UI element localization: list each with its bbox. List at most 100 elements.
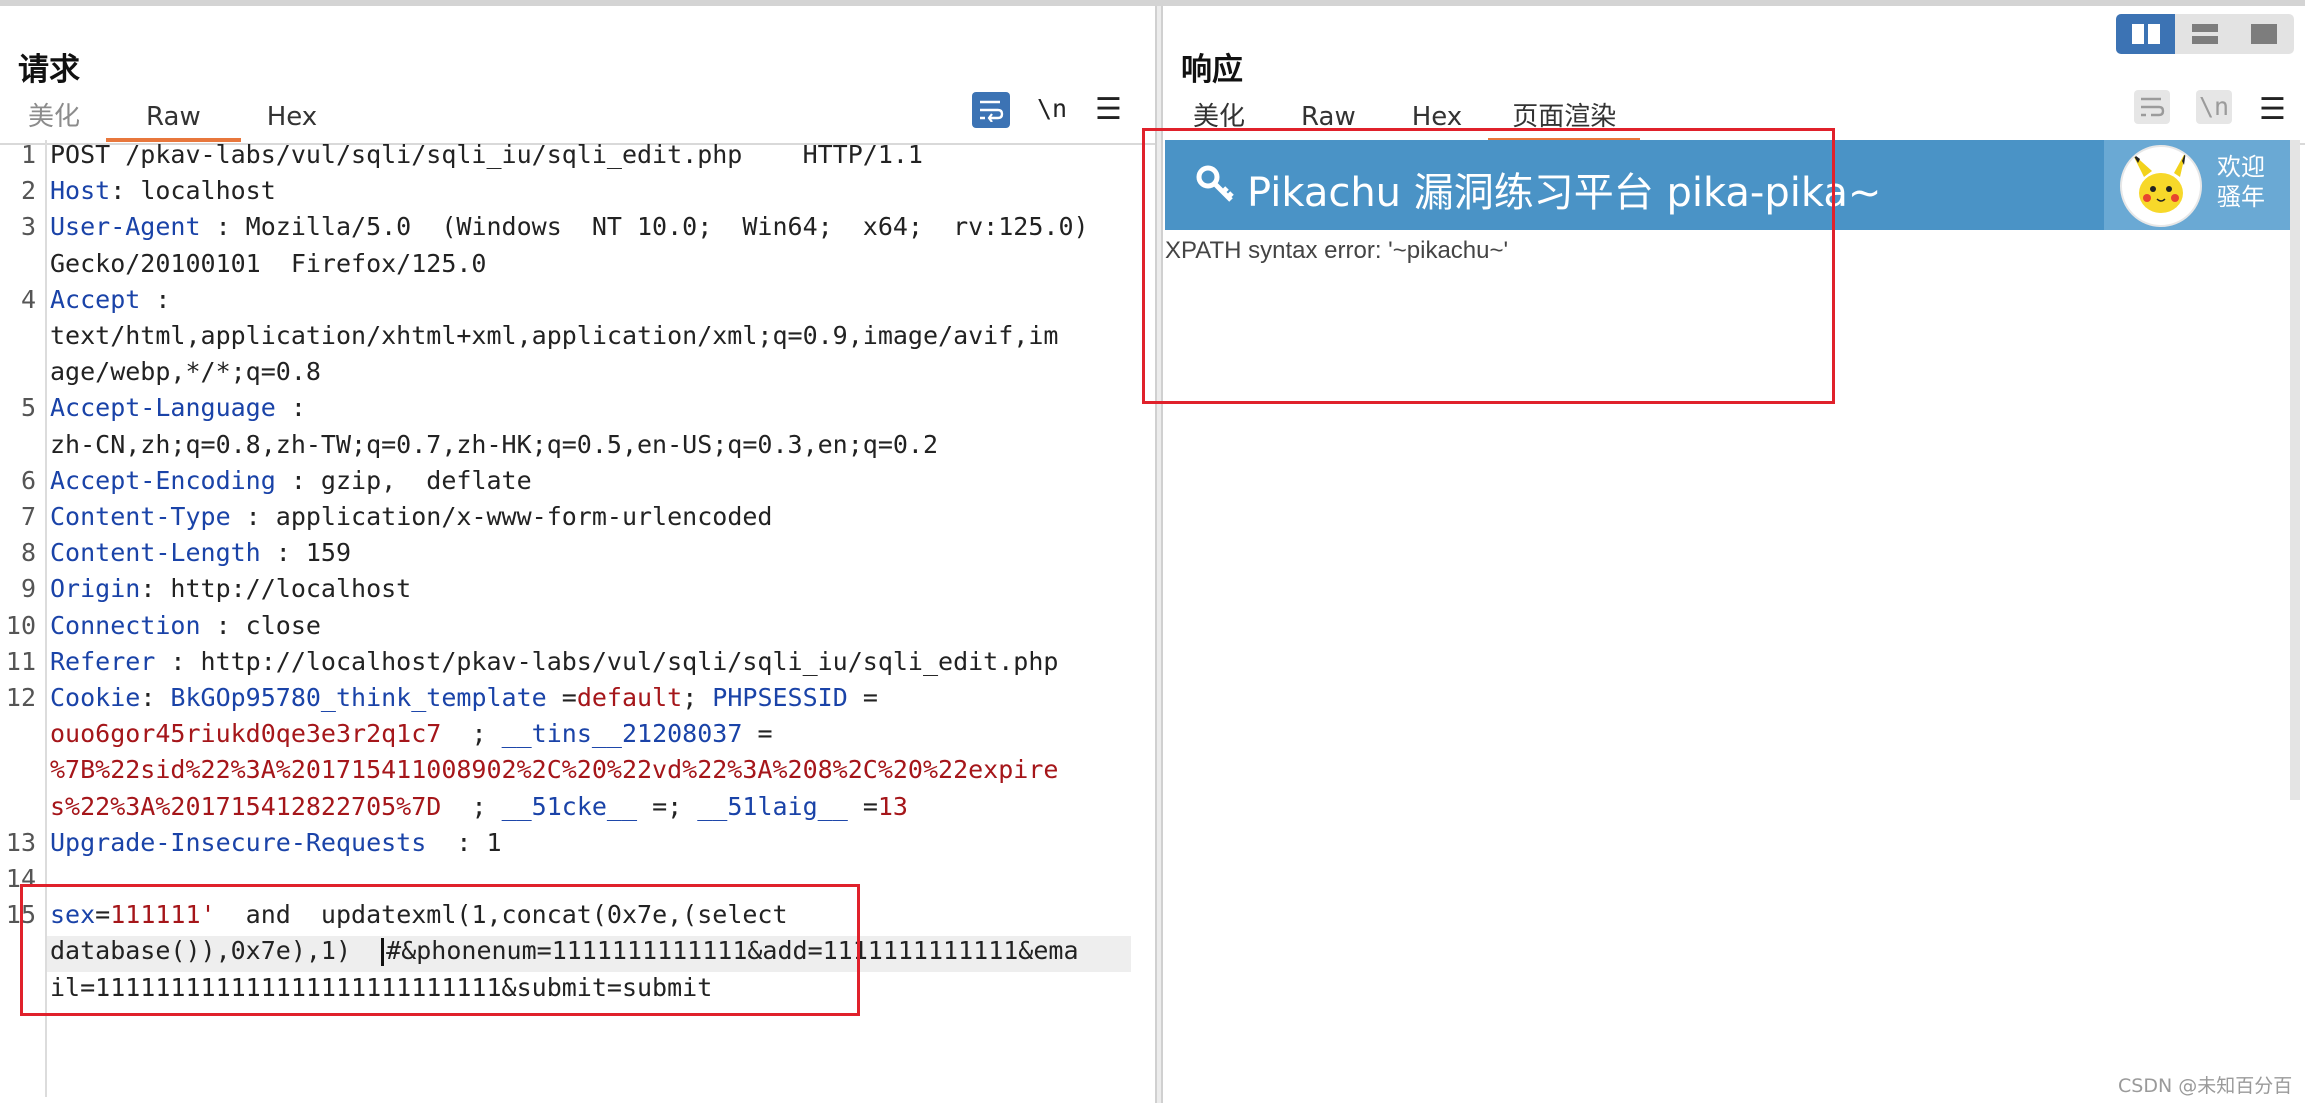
header-name: Accept-Language bbox=[50, 393, 276, 423]
line-number: 1 bbox=[20, 140, 36, 169]
line-number: 2 bbox=[20, 176, 36, 206]
header-name: Referer bbox=[50, 646, 156, 676]
render-scrollbar[interactable] bbox=[2290, 140, 2300, 800]
tab-request-pretty[interactable]: 美化 bbox=[2, 98, 106, 142]
code-text: : http://localhost bbox=[140, 574, 412, 604]
line-number: 8 bbox=[20, 538, 36, 568]
code-line: Referer : http://localhost/pkav-labs/vul… bbox=[50, 647, 1058, 676]
rows-icon bbox=[2191, 24, 2218, 44]
code-text: : 1 bbox=[426, 827, 502, 857]
code-line: Cookie: BkGOp95780_think_template =defau… bbox=[50, 683, 878, 712]
code-text: : close bbox=[200, 610, 321, 640]
response-menu-button[interactable]: ☰ bbox=[2259, 92, 2286, 127]
request-tabs: 美化 Raw Hex bbox=[2, 98, 343, 142]
line-number: 12 bbox=[5, 683, 36, 712]
response-highlight-box bbox=[1142, 128, 1835, 404]
user-area: 欢迎骚年 bbox=[2104, 140, 2290, 230]
code-text: Gecko/20100101 Firefox/125.0 bbox=[50, 248, 487, 278]
code-text: age/webp,*/*;q=0.8 bbox=[50, 357, 321, 387]
header-name: PHPSESSID bbox=[712, 683, 848, 712]
layout-stacked-button[interactable] bbox=[2175, 14, 2234, 54]
code-line: Connection : close bbox=[50, 611, 321, 640]
tab-request-raw[interactable]: Raw bbox=[106, 98, 241, 142]
header-name: Upgrade-Insecure-Requests bbox=[50, 827, 427, 857]
code-text: : bbox=[140, 284, 171, 314]
code-text: POST /pkav-labs/vul/sqli/sqli_iu/sqli_ed… bbox=[50, 140, 923, 169]
code-line: zh-CN,zh;q=0.8,zh-TW;q=0.7,zh-HK;q=0.5,e… bbox=[50, 430, 938, 459]
header-name: Content-Type bbox=[50, 502, 231, 531]
watermark: CSDN @未知百分百 bbox=[2118, 1075, 2293, 1097]
response-title: 响应 bbox=[1181, 52, 1243, 88]
response-show-newlines-button[interactable]: \n bbox=[2196, 90, 2232, 124]
line-number: 3 bbox=[20, 212, 36, 242]
code-text: text/html,application/xhtml+xml,applicat… bbox=[50, 321, 1059, 350]
response-word-wrap-button[interactable] bbox=[2134, 90, 2170, 124]
header-name: Accept-Encoding bbox=[50, 465, 276, 495]
single-pane-icon bbox=[2251, 24, 2278, 44]
code-text: : application/x-www-form-urlencoded bbox=[230, 502, 773, 531]
header-name: __51laig__ bbox=[697, 791, 848, 821]
request-title: 请求 bbox=[18, 52, 80, 88]
code-line: POST /pkav-labs/vul/sqli/sqli_iu/sqli_ed… bbox=[50, 140, 923, 169]
code-text: : 159 bbox=[260, 538, 352, 568]
pikachu-icon bbox=[2132, 151, 2186, 213]
code-line: Origin: http://localhost bbox=[50, 574, 411, 603]
line-number: 7 bbox=[20, 502, 36, 531]
line-number: 13 bbox=[5, 827, 36, 857]
code-line: Accept-Language : bbox=[50, 393, 306, 422]
param-value: %7B%22sid%22%3A%201715411008902%2C%20%22… bbox=[50, 755, 1059, 785]
header-name: User-Agent bbox=[50, 212, 201, 242]
code-text: : http://localhost/pkav-labs/vul/sqli/sq… bbox=[155, 646, 1059, 676]
code-line: User-Agent : Mozilla/5.0 (Windows NT 10.… bbox=[50, 212, 1089, 241]
code-text: = bbox=[847, 683, 878, 712]
layout-single-button[interactable] bbox=[2235, 14, 2294, 54]
code-text: ; bbox=[682, 683, 713, 712]
code-text: : Mozilla/5.0 (Windows NT 10.0; Win64; x… bbox=[200, 212, 1089, 242]
word-wrap-icon bbox=[980, 100, 1004, 123]
tab-request-hex[interactable]: Hex bbox=[241, 98, 343, 142]
code-text: =; bbox=[637, 791, 698, 821]
header-name: __51cke__ bbox=[501, 791, 638, 821]
param-value: 13 bbox=[877, 791, 908, 821]
code-line: Content-Type : application/x-www-form-ur… bbox=[50, 502, 772, 531]
code-text: = bbox=[546, 683, 577, 712]
code-line: Content-Length : 159 bbox=[50, 538, 351, 567]
code-text: ; bbox=[441, 719, 502, 749]
header-name: Connection bbox=[50, 610, 201, 640]
header-name: Origin bbox=[50, 574, 141, 604]
code-line: Accept-Encoding : gzip, deflate bbox=[50, 466, 532, 495]
payload-highlight-box bbox=[20, 884, 860, 1016]
code-line: Host: localhost bbox=[50, 176, 276, 205]
line-number: 6 bbox=[20, 465, 36, 495]
code-line: s%22%3A%201715412822705%7D ; __51cke__ =… bbox=[50, 792, 908, 821]
code-text: : bbox=[275, 393, 306, 423]
layout-side-by-side-button[interactable] bbox=[2116, 14, 2176, 54]
header-name: Cookie bbox=[50, 683, 141, 712]
code-line: ouo6gor45riukd0qe3e3r2q1c7 ; __tins__212… bbox=[50, 719, 773, 748]
param-value: s%22%3A%201715412822705%7D bbox=[50, 791, 442, 821]
header-name: __tins__21208037 bbox=[501, 719, 743, 749]
line-number: 9 bbox=[20, 574, 36, 604]
request-menu-button[interactable]: ☰ bbox=[1095, 92, 1122, 127]
header-name: Host bbox=[50, 176, 111, 206]
line-number: 10 bbox=[5, 610, 36, 640]
columns-icon bbox=[2131, 24, 2160, 44]
code-line: text/html,application/xhtml+xml,applicat… bbox=[50, 321, 1058, 350]
code-text: = bbox=[847, 791, 878, 821]
code-line: age/webp,*/*;q=0.8 bbox=[50, 357, 321, 386]
header-name: Content-Length bbox=[50, 538, 261, 568]
code-text: zh-CN,zh;q=0.8,zh-TW;q=0.7,zh-HK;q=0.5,e… bbox=[50, 429, 939, 459]
code-text: : gzip, deflate bbox=[275, 465, 532, 495]
word-wrap-toggle-button[interactable] bbox=[972, 92, 1010, 128]
header-name: Accept bbox=[50, 284, 141, 314]
welcome-text: 欢迎骚年 bbox=[2217, 153, 2265, 211]
code-text: ; bbox=[441, 791, 502, 821]
layout-toggle bbox=[2116, 14, 2294, 54]
code-line: Upgrade-Insecure-Requests : 1 bbox=[50, 828, 502, 857]
code-text: : localhost bbox=[110, 176, 276, 206]
word-wrap-icon bbox=[2141, 97, 2165, 117]
param-value: ouo6gor45riukd0qe3e3r2q1c7 bbox=[50, 719, 442, 749]
code-line: %7B%22sid%22%3A%201715411008902%2C%20%22… bbox=[50, 755, 1058, 784]
header-name: BkGOp95780_think_template bbox=[170, 683, 547, 712]
show-newlines-button[interactable]: \n bbox=[1037, 94, 1067, 123]
